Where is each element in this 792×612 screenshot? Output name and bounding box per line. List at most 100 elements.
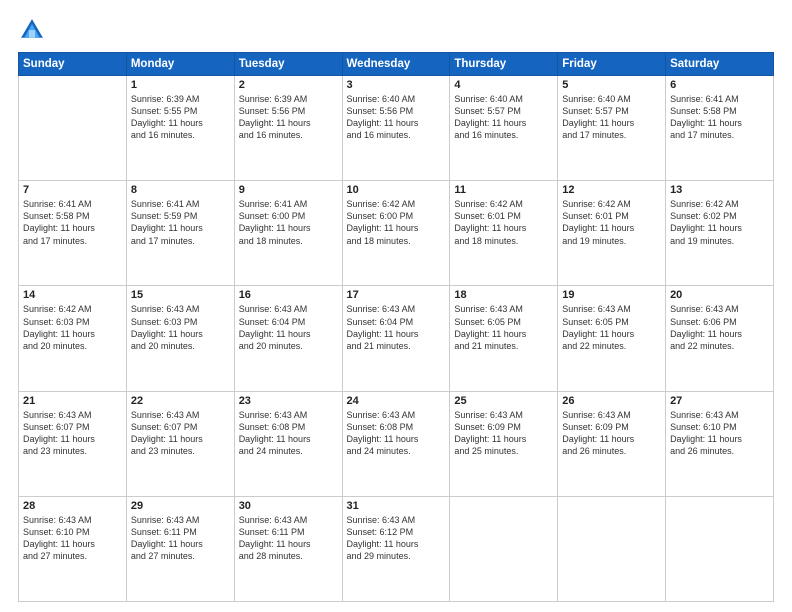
weekday-header-wednesday: Wednesday	[342, 53, 450, 76]
weekday-header-sunday: Sunday	[19, 53, 127, 76]
day-number: 2	[239, 79, 338, 91]
calendar-cell: 14 Sunrise: 6:42 AM Sunset: 6:03 PM Dayli…	[19, 286, 127, 391]
cell-info: Sunrise: 6:43 AM Sunset: 6:08 PM Dayligh…	[239, 409, 338, 458]
cell-info: Sunrise: 6:43 AM Sunset: 6:07 PM Dayligh…	[131, 409, 230, 458]
week-row-4: 21 Sunrise: 6:43 AM Sunset: 6:07 PM Dayli…	[19, 391, 774, 496]
week-row-2: 7 Sunrise: 6:41 AM Sunset: 5:58 PM Daylig…	[19, 181, 774, 286]
week-row-1: 1 Sunrise: 6:39 AM Sunset: 5:55 PM Daylig…	[19, 76, 774, 181]
cell-info: Sunrise: 6:43 AM Sunset: 6:05 PM Dayligh…	[562, 303, 661, 352]
cell-info: Sunrise: 6:42 AM Sunset: 6:01 PM Dayligh…	[454, 198, 553, 247]
day-number: 24	[347, 395, 446, 407]
cell-info: Sunrise: 6:42 AM Sunset: 6:03 PM Dayligh…	[23, 303, 122, 352]
calendar-cell: 28 Sunrise: 6:43 AM Sunset: 6:10 PM Dayli…	[19, 496, 127, 601]
cell-info: Sunrise: 6:43 AM Sunset: 6:11 PM Dayligh…	[131, 514, 230, 563]
cell-info: Sunrise: 6:41 AM Sunset: 5:58 PM Dayligh…	[23, 198, 122, 247]
day-number: 4	[454, 79, 553, 91]
day-number: 27	[670, 395, 769, 407]
calendar-cell: 10 Sunrise: 6:42 AM Sunset: 6:00 PM Dayli…	[342, 181, 450, 286]
day-number: 14	[23, 289, 122, 301]
calendar-cell: 22 Sunrise: 6:43 AM Sunset: 6:07 PM Dayli…	[126, 391, 234, 496]
cell-info: Sunrise: 6:43 AM Sunset: 6:04 PM Dayligh…	[347, 303, 446, 352]
calendar-cell	[450, 496, 558, 601]
day-number: 15	[131, 289, 230, 301]
cell-info: Sunrise: 6:43 AM Sunset: 6:06 PM Dayligh…	[670, 303, 769, 352]
calendar-cell: 7 Sunrise: 6:41 AM Sunset: 5:58 PM Daylig…	[19, 181, 127, 286]
logo-icon	[18, 16, 46, 44]
day-number: 6	[670, 79, 769, 91]
calendar-cell: 26 Sunrise: 6:43 AM Sunset: 6:09 PM Dayli…	[558, 391, 666, 496]
calendar-table: SundayMondayTuesdayWednesdayThursdayFrid…	[18, 52, 774, 602]
header	[18, 16, 774, 44]
cell-info: Sunrise: 6:41 AM Sunset: 5:58 PM Dayligh…	[670, 93, 769, 142]
day-number: 19	[562, 289, 661, 301]
cell-info: Sunrise: 6:43 AM Sunset: 6:10 PM Dayligh…	[670, 409, 769, 458]
calendar-cell: 8Sunrise: 6:41 AM Sunset: 5:59 PM Daylig…	[126, 181, 234, 286]
cell-info: Sunrise: 6:43 AM Sunset: 6:10 PM Dayligh…	[23, 514, 122, 563]
day-number: 18	[454, 289, 553, 301]
calendar-cell: 12 Sunrise: 6:42 AM Sunset: 6:01 PM Dayli…	[558, 181, 666, 286]
calendar-cell: 21 Sunrise: 6:43 AM Sunset: 6:07 PM Dayli…	[19, 391, 127, 496]
cell-info: Sunrise: 6:40 AM Sunset: 5:56 PM Dayligh…	[347, 93, 446, 142]
logo	[18, 16, 50, 44]
weekday-header-row: SundayMondayTuesdayWednesdayThursdayFrid…	[19, 53, 774, 76]
cell-info: Sunrise: 6:41 AM Sunset: 5:59 PM Dayligh…	[131, 198, 230, 247]
weekday-header-monday: Monday	[126, 53, 234, 76]
calendar-cell: 1 Sunrise: 6:39 AM Sunset: 5:55 PM Daylig…	[126, 76, 234, 181]
calendar-cell	[666, 496, 774, 601]
day-number: 26	[562, 395, 661, 407]
day-number: 29	[131, 500, 230, 512]
weekday-header-tuesday: Tuesday	[234, 53, 342, 76]
calendar-cell	[558, 496, 666, 601]
cell-info: Sunrise: 6:43 AM Sunset: 6:09 PM Dayligh…	[454, 409, 553, 458]
calendar-cell: 31Sunrise: 6:43 AM Sunset: 6:12 PM Dayli…	[342, 496, 450, 601]
calendar-cell: 11 Sunrise: 6:42 AM Sunset: 6:01 PM Dayli…	[450, 181, 558, 286]
day-number: 30	[239, 500, 338, 512]
calendar-cell: 18 Sunrise: 6:43 AM Sunset: 6:05 PM Dayli…	[450, 286, 558, 391]
calendar-cell: 16 Sunrise: 6:43 AM Sunset: 6:04 PM Dayli…	[234, 286, 342, 391]
day-number: 11	[454, 184, 553, 196]
cell-info: Sunrise: 6:43 AM Sunset: 6:05 PM Dayligh…	[454, 303, 553, 352]
calendar-cell: 23 Sunrise: 6:43 AM Sunset: 6:08 PM Dayli…	[234, 391, 342, 496]
day-number: 21	[23, 395, 122, 407]
cell-info: Sunrise: 6:40 AM Sunset: 5:57 PM Dayligh…	[562, 93, 661, 142]
cell-info: Sunrise: 6:43 AM Sunset: 6:04 PM Dayligh…	[239, 303, 338, 352]
calendar-cell: 9Sunrise: 6:41 AM Sunset: 6:00 PM Daylig…	[234, 181, 342, 286]
day-number: 17	[347, 289, 446, 301]
day-number: 16	[239, 289, 338, 301]
calendar-cell: 25 Sunrise: 6:43 AM Sunset: 6:09 PM Dayli…	[450, 391, 558, 496]
day-number: 12	[562, 184, 661, 196]
day-number: 22	[131, 395, 230, 407]
calendar-cell: 20Sunrise: 6:43 AM Sunset: 6:06 PM Dayli…	[666, 286, 774, 391]
day-number: 1	[131, 79, 230, 91]
page: SundayMondayTuesdayWednesdayThursdayFrid…	[0, 0, 792, 612]
calendar-cell: 30 Sunrise: 6:43 AM Sunset: 6:11 PM Dayli…	[234, 496, 342, 601]
calendar-cell: 17 Sunrise: 6:43 AM Sunset: 6:04 PM Dayli…	[342, 286, 450, 391]
cell-info: Sunrise: 6:40 AM Sunset: 5:57 PM Dayligh…	[454, 93, 553, 142]
calendar-cell	[19, 76, 127, 181]
week-row-3: 14 Sunrise: 6:42 AM Sunset: 6:03 PM Dayli…	[19, 286, 774, 391]
calendar-cell: 5 Sunrise: 6:40 AM Sunset: 5:57 PM Daylig…	[558, 76, 666, 181]
cell-info: Sunrise: 6:43 AM Sunset: 6:09 PM Dayligh…	[562, 409, 661, 458]
day-number: 23	[239, 395, 338, 407]
weekday-header-friday: Friday	[558, 53, 666, 76]
cell-info: Sunrise: 6:39 AM Sunset: 5:55 PM Dayligh…	[131, 93, 230, 142]
day-number: 3	[347, 79, 446, 91]
calendar-cell: 29 Sunrise: 6:43 AM Sunset: 6:11 PM Dayli…	[126, 496, 234, 601]
day-number: 7	[23, 184, 122, 196]
cell-info: Sunrise: 6:43 AM Sunset: 6:11 PM Dayligh…	[239, 514, 338, 563]
day-number: 10	[347, 184, 446, 196]
calendar-cell: 3 Sunrise: 6:40 AM Sunset: 5:56 PM Daylig…	[342, 76, 450, 181]
calendar-cell: 6 Sunrise: 6:41 AM Sunset: 5:58 PM Daylig…	[666, 76, 774, 181]
cell-info: Sunrise: 6:43 AM Sunset: 6:12 PM Dayligh…	[347, 514, 446, 563]
calendar-cell: 24Sunrise: 6:43 AM Sunset: 6:08 PM Dayli…	[342, 391, 450, 496]
weekday-header-saturday: Saturday	[666, 53, 774, 76]
cell-info: Sunrise: 6:42 AM Sunset: 6:00 PM Dayligh…	[347, 198, 446, 247]
week-row-5: 28 Sunrise: 6:43 AM Sunset: 6:10 PM Dayli…	[19, 496, 774, 601]
cell-info: Sunrise: 6:43 AM Sunset: 6:07 PM Dayligh…	[23, 409, 122, 458]
cell-info: Sunrise: 6:42 AM Sunset: 6:01 PM Dayligh…	[562, 198, 661, 247]
day-number: 28	[23, 500, 122, 512]
day-number: 25	[454, 395, 553, 407]
calendar-cell: 15Sunrise: 6:43 AM Sunset: 6:03 PM Dayli…	[126, 286, 234, 391]
cell-info: Sunrise: 6:39 AM Sunset: 5:56 PM Dayligh…	[239, 93, 338, 142]
day-number: 5	[562, 79, 661, 91]
